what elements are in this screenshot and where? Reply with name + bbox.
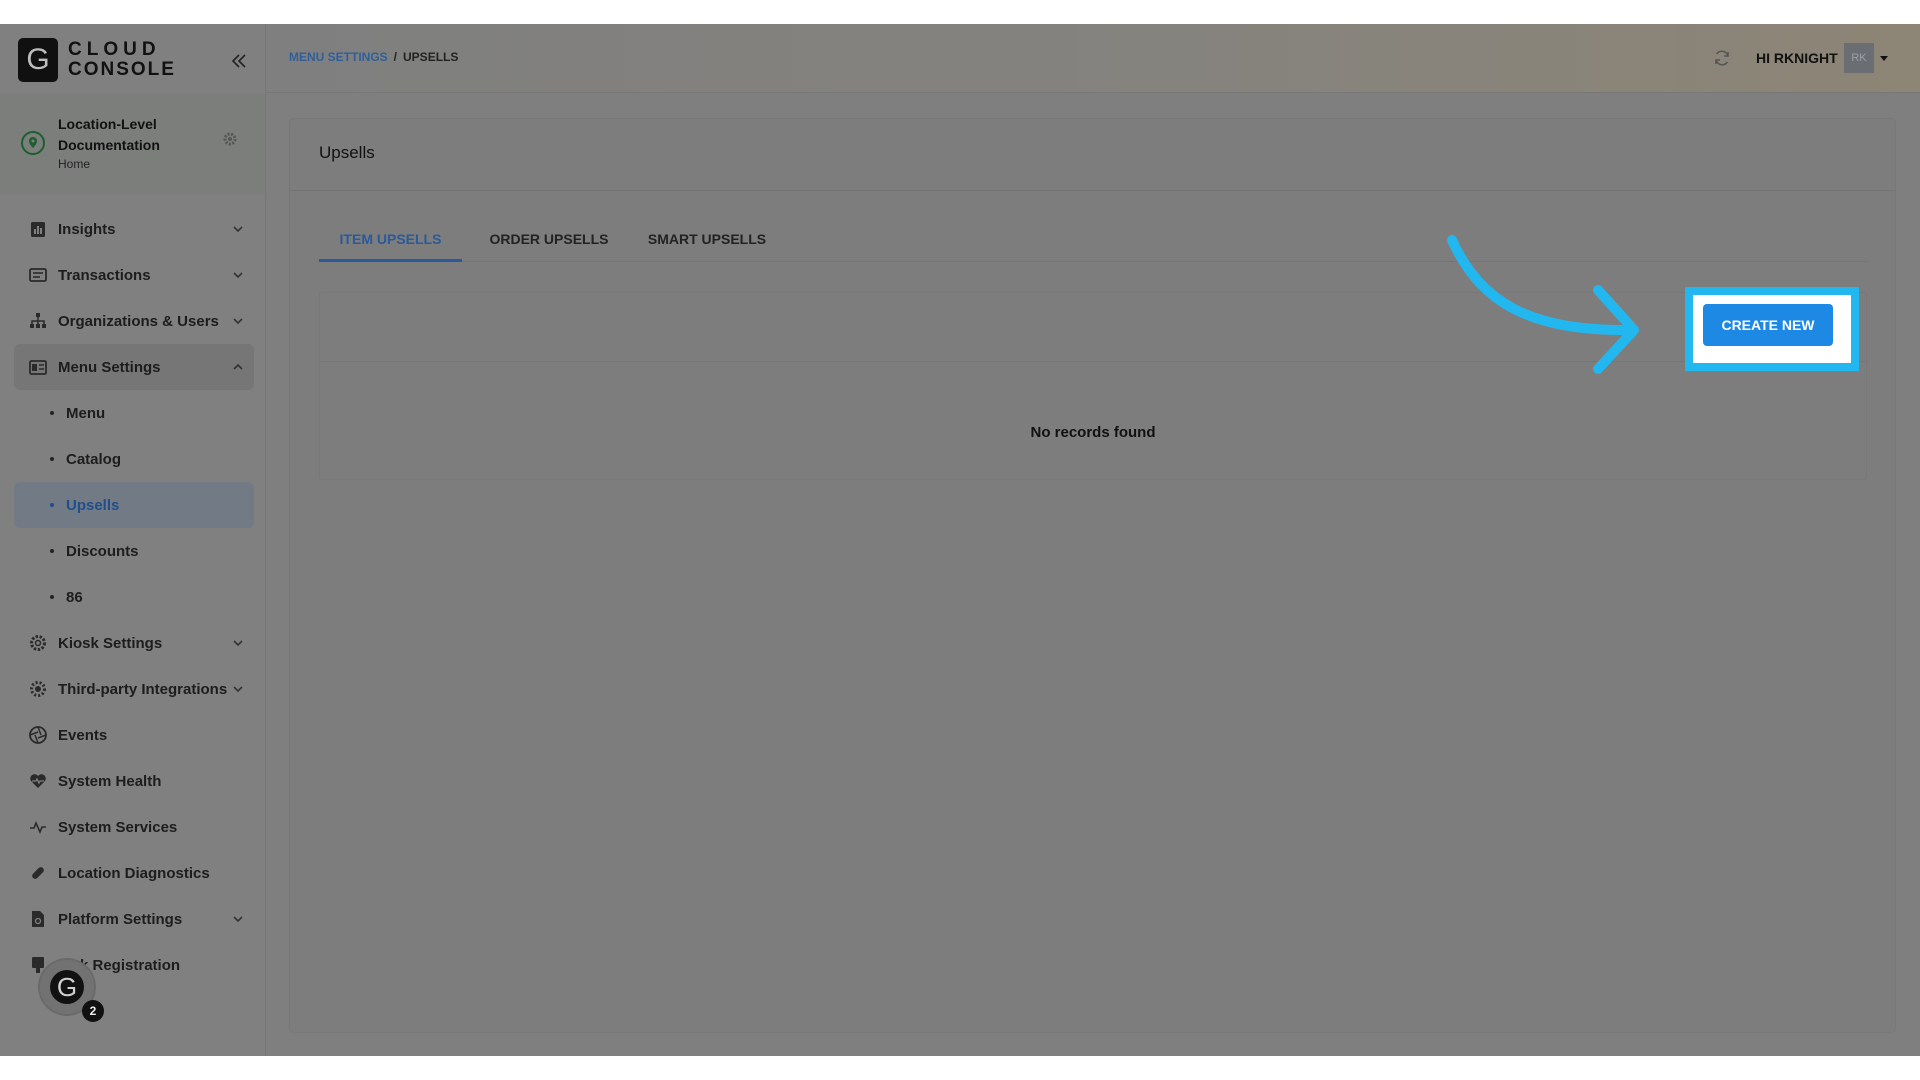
create-new-highlight: CREATE NEW: [1685, 287, 1859, 371]
chevron-up-icon: [233, 363, 243, 370]
bullet-dot: [50, 457, 54, 461]
divider: [290, 190, 1895, 191]
sidebar-item-menu-settings[interactable]: Menu Settings: [14, 344, 254, 390]
logo-text: CLOUD CONSOLE: [68, 40, 176, 80]
sidebar-item-kiosk-settings[interactable]: Kiosk Settings: [14, 620, 254, 666]
chevron-down-icon: [233, 318, 243, 325]
org-chart-icon: [30, 313, 46, 328]
location-name: Location-Level Documentation: [58, 116, 160, 153]
sidebar-item-system-services[interactable]: System Services: [14, 804, 254, 850]
user-greeting[interactable]: HI RKNIGHT: [1756, 50, 1838, 66]
sidebar-item-location-diagnostics[interactable]: Location Diagnostics: [14, 850, 254, 896]
sidebar: G CLOUD CONSOLE Location-Level Documenta…: [0, 24, 266, 1056]
breadcrumb-link-menu-settings[interactable]: MENU SETTINGS: [289, 50, 388, 64]
sidebar-item-platform-settings[interactable]: Platform Settings: [14, 896, 254, 942]
cog-icon: [30, 681, 46, 697]
bullet-dot: [50, 549, 54, 553]
sidebar-item-label: Location Diagnostics: [58, 864, 210, 882]
logo-mark: G: [18, 38, 58, 82]
sidebar-item-label: Insights: [58, 220, 116, 238]
collapse-sidebar-icon[interactable]: [230, 52, 248, 70]
breadcrumb-separator: /: [393, 50, 398, 64]
logo-line-1: CLOUD: [68, 39, 161, 60]
chevron-down-icon: [233, 226, 243, 233]
sidebar-subitem-label: Catalog: [66, 450, 122, 468]
help-widget-logo: G: [50, 970, 84, 1004]
sidebar-item-label: Third-party Integrations: [58, 680, 228, 698]
sidebar-item-label: Organizations & Users: [58, 312, 219, 330]
caret-down-icon[interactable]: [1880, 56, 1888, 61]
sidebar-subitem-label: 86: [66, 588, 83, 606]
upsells-card: Upsells ITEM UPSELLS ORDER UPSELLS SMART…: [290, 119, 1895, 1032]
page-title: Upsells: [319, 143, 375, 162]
sidebar-subitem-discounts[interactable]: Discounts: [14, 528, 254, 574]
bandage-icon: [32, 867, 44, 879]
avatar[interactable]: RK: [1844, 43, 1874, 73]
sidebar-subitem-menu[interactable]: Menu: [14, 390, 254, 436]
heart-pulse-icon: [30, 774, 46, 788]
tab-smart-upsells[interactable]: SMART UPSELLS: [635, 219, 779, 259]
gear-icon[interactable]: [222, 131, 238, 147]
sidebar-subitem-catalog[interactable]: Catalog: [14, 436, 254, 482]
aperture-icon: [29, 726, 47, 744]
chevron-down-icon: [233, 640, 243, 647]
tab-order-upsells[interactable]: ORDER UPSELLS: [477, 219, 621, 259]
bullet-dot: [50, 503, 54, 507]
sidebar-item-label: System Services: [58, 818, 178, 836]
bullet-dot: [50, 411, 54, 415]
sidebar-item-insights[interactable]: Insights: [14, 206, 254, 252]
top-header: MENU SETTINGS / UPSELLS HI RKNIGHT RK: [266, 24, 1920, 93]
clipboard-chart-icon: [31, 222, 45, 237]
gear-icon: [30, 635, 46, 651]
document-gear-icon: [32, 911, 44, 927]
bullet-dot: [50, 595, 54, 599]
breadcrumb: MENU SETTINGS / UPSELLS: [289, 50, 458, 64]
location-selector[interactable]: Location-Level Documentation Home: [0, 94, 265, 194]
sidebar-item-label: Menu Settings: [58, 358, 161, 376]
sidebar-item-label: Platform Settings: [58, 910, 183, 928]
breadcrumb-current: UPSELLS: [403, 50, 459, 64]
chevron-down-icon: [233, 272, 243, 279]
sidebar-nav: Insights Transactions Organizations & Us…: [14, 206, 254, 988]
sidebar-subitem-86[interactable]: 86: [14, 574, 254, 620]
chevron-down-icon: [233, 686, 243, 693]
sidebar-item-system-health[interactable]: System Health: [14, 758, 254, 804]
refresh-icon[interactable]: [1712, 48, 1732, 68]
app-frame: G CLOUD CONSOLE Location-Level Documenta…: [0, 24, 1920, 1056]
notification-badge: 2: [82, 1000, 104, 1022]
chevron-down-icon: [233, 916, 243, 923]
sidebar-subitem-upsells[interactable]: Upsells: [14, 482, 254, 528]
create-new-button[interactable]: CREATE NEW: [1703, 304, 1833, 346]
sidebar-subitem-label: Menu: [66, 404, 106, 422]
sidebar-item-third-party-integrations[interactable]: Third-party Integrations: [14, 666, 254, 712]
receipt-icon: [29, 268, 47, 282]
help-widget-button[interactable]: G 2: [40, 960, 104, 1022]
tab-item-upsells[interactable]: ITEM UPSELLS: [319, 219, 462, 262]
menu-book-icon: [29, 360, 47, 375]
sidebar-item-label: Events: [58, 726, 108, 744]
location-sub: Home: [58, 157, 91, 171]
logo[interactable]: G CLOUD CONSOLE: [18, 38, 258, 88]
sidebar-item-events[interactable]: Events: [14, 712, 254, 758]
sidebar-subitem-label: Discounts: [66, 542, 139, 560]
sidebar-item-label: Kiosk Settings: [58, 634, 163, 652]
logo-line-2: CONSOLE: [68, 59, 176, 80]
empty-state-message: No records found: [1030, 424, 1156, 441]
sidebar-item-label: System Health: [58, 772, 162, 790]
sidebar-item-organizations-users[interactable]: Organizations & Users: [14, 298, 254, 344]
sidebar-subitem-label: Upsells: [66, 496, 120, 514]
sidebar-item-label: Transactions: [58, 266, 151, 284]
location-pin-icon: [21, 131, 45, 155]
annotation-arrow-icon: [1447, 235, 1639, 374]
activity-icon: [30, 820, 46, 835]
sidebar-item-transactions[interactable]: Transactions: [14, 252, 254, 298]
